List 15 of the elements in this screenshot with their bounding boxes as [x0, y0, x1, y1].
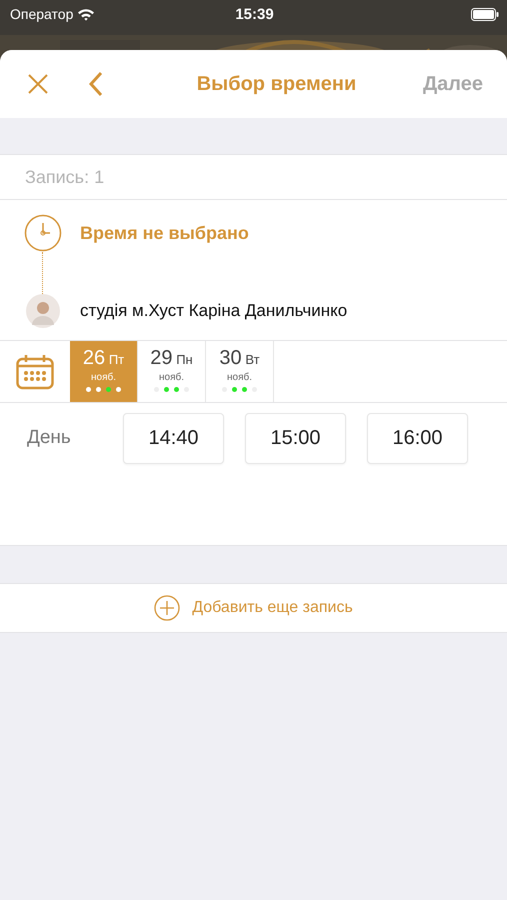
clock-time: 15:39 [235, 6, 274, 22]
time-slot-button[interactable]: 16:00 [367, 413, 468, 464]
avatar [26, 294, 60, 328]
period-label: День [27, 427, 72, 449]
plus-icon [154, 595, 180, 621]
battery-icon [471, 8, 499, 20]
wifi-icon [77, 8, 96, 20]
record-label: Запись: 1 [24, 166, 106, 188]
time-slot-button[interactable]: 14:40 [123, 413, 224, 464]
master-name: студія м.Хуст Каріна Данильчинко [80, 301, 348, 321]
screen-title: Выбор времени [196, 72, 358, 96]
time-slot-button[interactable]: 15:00 [245, 413, 346, 464]
calendar-icon[interactable] [16, 354, 54, 390]
carrier-name: Оператор [10, 6, 74, 22]
time-status: Время не выбрано [80, 222, 250, 244]
